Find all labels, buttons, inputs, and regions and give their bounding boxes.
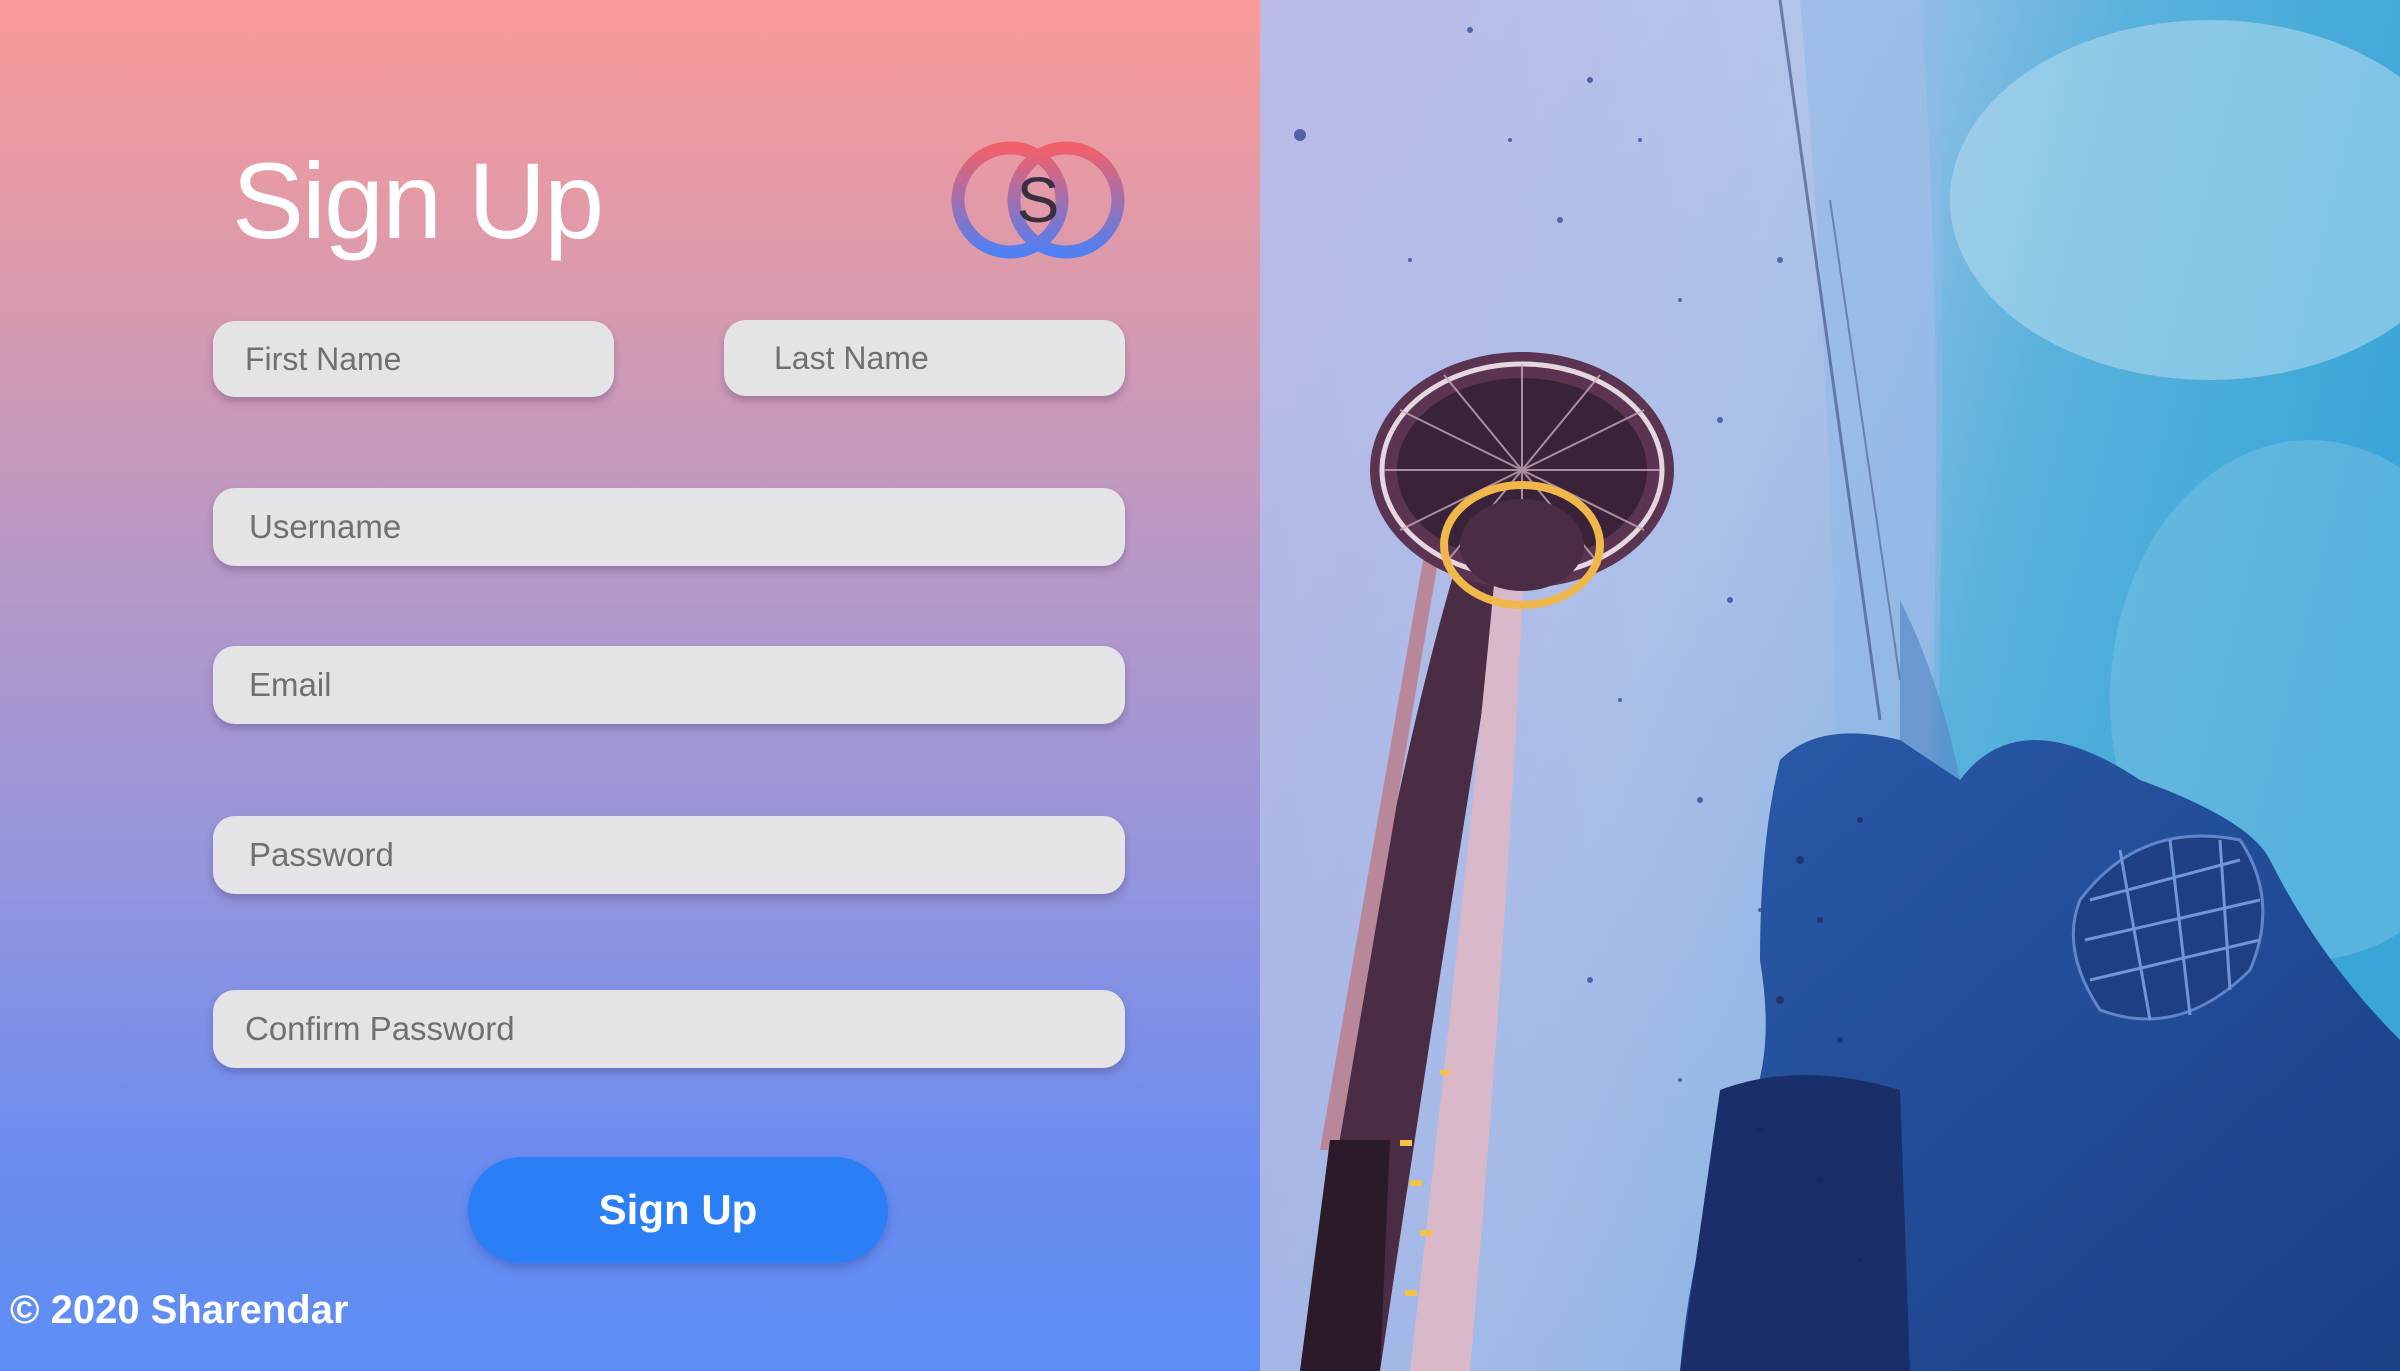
signup-button[interactable]: Sign Up	[468, 1157, 888, 1263]
email-field[interactable]	[213, 646, 1125, 724]
logo-letter: S	[1017, 164, 1060, 236]
confirm-password-field[interactable]	[213, 990, 1125, 1068]
page-title: Sign Up	[232, 140, 604, 261]
first-name-field[interactable]	[213, 321, 614, 397]
copyright-footer: © 2020 Sharendar	[10, 1288, 349, 1332]
space-needle-photo-icon	[1260, 0, 2400, 1371]
hero-image	[1260, 0, 2400, 1371]
username-field[interactable]	[213, 488, 1125, 566]
signup-page: Sign Up S Sign Up © 2020 Sharendar	[0, 0, 2400, 1371]
password-field[interactable]	[213, 816, 1125, 894]
logo-icon: S	[951, 141, 1125, 259]
signup-form-panel: Sign Up S Sign Up © 2020 Sharendar	[0, 0, 1260, 1371]
last-name-field[interactable]	[724, 320, 1125, 396]
